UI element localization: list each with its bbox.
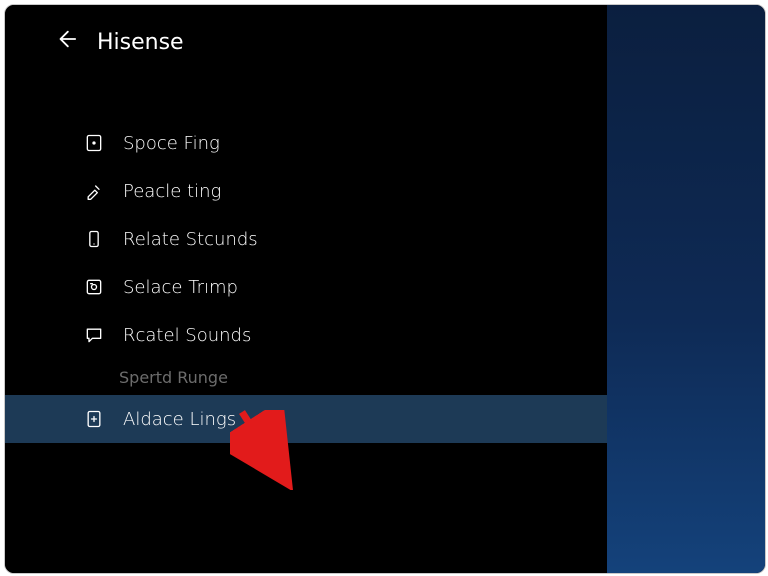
device-frame: Hisense Spoce Fing Peacle ting Relate St xyxy=(4,4,766,574)
menu-list: Spoce Fing Peacle ting Relate Stcunds Se… xyxy=(5,119,607,443)
settings-panel: Hisense Spoce Fing Peacle ting Relate St xyxy=(5,5,607,573)
menu-sublabel: Spertd Runge xyxy=(5,359,607,395)
back-button[interactable] xyxy=(53,29,79,55)
chat-icon xyxy=(83,324,105,346)
document-plus-icon xyxy=(83,408,105,430)
document-icon xyxy=(83,132,105,154)
menu-item-label: Selace Trımp xyxy=(123,277,238,298)
menu-item-label: Peacle ting xyxy=(123,181,221,202)
menu-item-spoce-fing[interactable]: Spoce Fing xyxy=(5,119,607,167)
settings-box-icon xyxy=(83,276,105,298)
right-gradient-band xyxy=(607,5,765,573)
menu-item-label: Rcatel Sounds xyxy=(123,325,251,346)
device-icon xyxy=(83,228,105,250)
menu-item-peacle-ting[interactable]: Peacle ting xyxy=(5,167,607,215)
back-arrow-icon xyxy=(55,28,77,56)
menu-item-selace-trimp[interactable]: Selace Trımp xyxy=(5,263,607,311)
menu-item-relate-stcunds[interactable]: Relate Stcunds xyxy=(5,215,607,263)
menu-item-label: Relate Stcunds xyxy=(123,229,258,250)
menu-item-aldace-lings[interactable]: Aldace Lings xyxy=(5,395,607,443)
menu-item-label: Spoce Fing xyxy=(123,133,220,154)
tool-icon xyxy=(83,180,105,202)
page-title: Hisense xyxy=(97,30,184,55)
header: Hisense xyxy=(5,5,607,55)
menu-item-rcatel-sounds[interactable]: Rcatel Sounds xyxy=(5,311,607,359)
menu-item-label: Aldace Lings xyxy=(123,409,236,430)
